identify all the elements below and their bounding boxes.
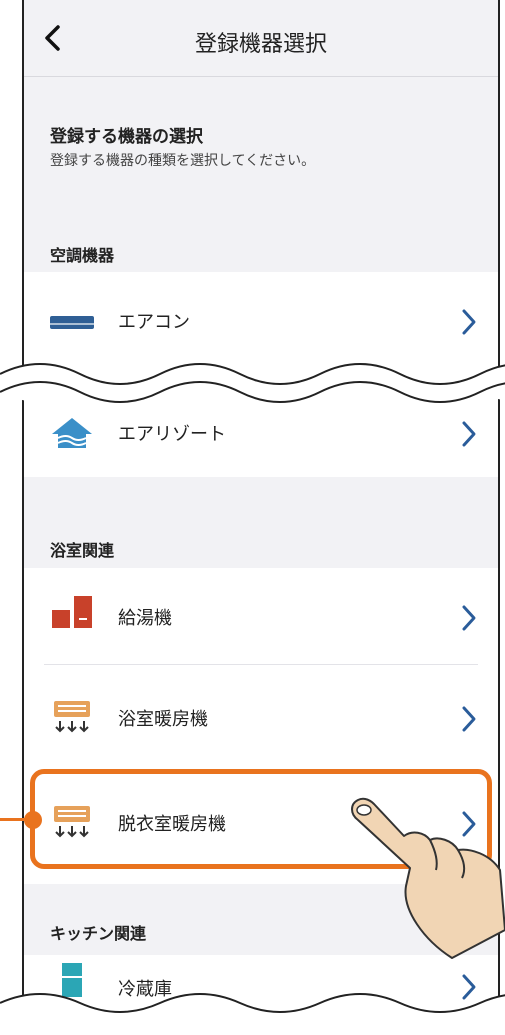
- chevron-right-icon: [462, 706, 476, 732]
- bathroom-heater-icon: [54, 701, 90, 733]
- section-label-air-conditioning: 空調機器: [50, 246, 115, 265]
- list-item-bathroom-heater[interactable]: 浴室暖房機: [24, 665, 498, 765]
- air-resort-icon: [52, 418, 92, 448]
- intro-title: 登録する機器の選択: [50, 127, 203, 147]
- callout-dot: [24, 811, 42, 829]
- water-heater-icon: [52, 596, 92, 628]
- chevron-right-icon: [462, 421, 476, 447]
- air-conditioner-icon: [50, 316, 94, 329]
- intro-subtitle: 登録する機器の種類を選択してください。: [50, 153, 316, 169]
- chevron-right-icon: [462, 309, 476, 335]
- navigation-bar: 登録機器選択: [24, 0, 498, 77]
- page-title: 登録機器選択: [194, 32, 327, 57]
- wavy-break-divider-bottom: [0, 993, 505, 1035]
- section-label-kitchen: キッチン関連: [50, 924, 147, 943]
- list-item-label: 浴室暖房機: [118, 709, 208, 730]
- wavy-break-divider: [0, 363, 505, 403]
- list-item-label: 給湯機: [118, 608, 172, 629]
- section-label-bathroom: 浴室関連: [50, 541, 115, 560]
- pointing-hand-icon: [351, 797, 505, 959]
- list-item-label: エアリゾート: [118, 424, 226, 445]
- list-item-water-heater[interactable]: 給湯機: [24, 568, 498, 664]
- list-item-label: エアコン: [118, 312, 190, 333]
- chevron-right-icon: [462, 605, 476, 631]
